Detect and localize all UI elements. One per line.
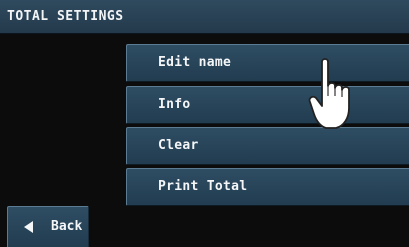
page-title: TOTAL SETTINGS (7, 9, 124, 24)
title-bar: TOTAL SETTINGS (0, 0, 409, 34)
back-label: Back (51, 219, 83, 234)
total-settings-screen: TOTAL SETTINGS Edit name Info Clear Prin… (0, 0, 409, 247)
info-button[interactable]: Info (126, 86, 409, 124)
back-button[interactable]: Back (7, 206, 89, 247)
info-label: Info (158, 97, 191, 112)
edit-name-label: Edit name (158, 55, 232, 70)
print-total-button[interactable]: Print Total (126, 168, 409, 206)
edit-name-button[interactable]: Edit name (126, 44, 409, 82)
clear-label: Clear (158, 138, 199, 153)
left-arrow-icon (24, 221, 33, 233)
print-total-label: Print Total (158, 179, 248, 194)
clear-button[interactable]: Clear (126, 127, 409, 165)
hand-pointer-icon (308, 58, 350, 129)
